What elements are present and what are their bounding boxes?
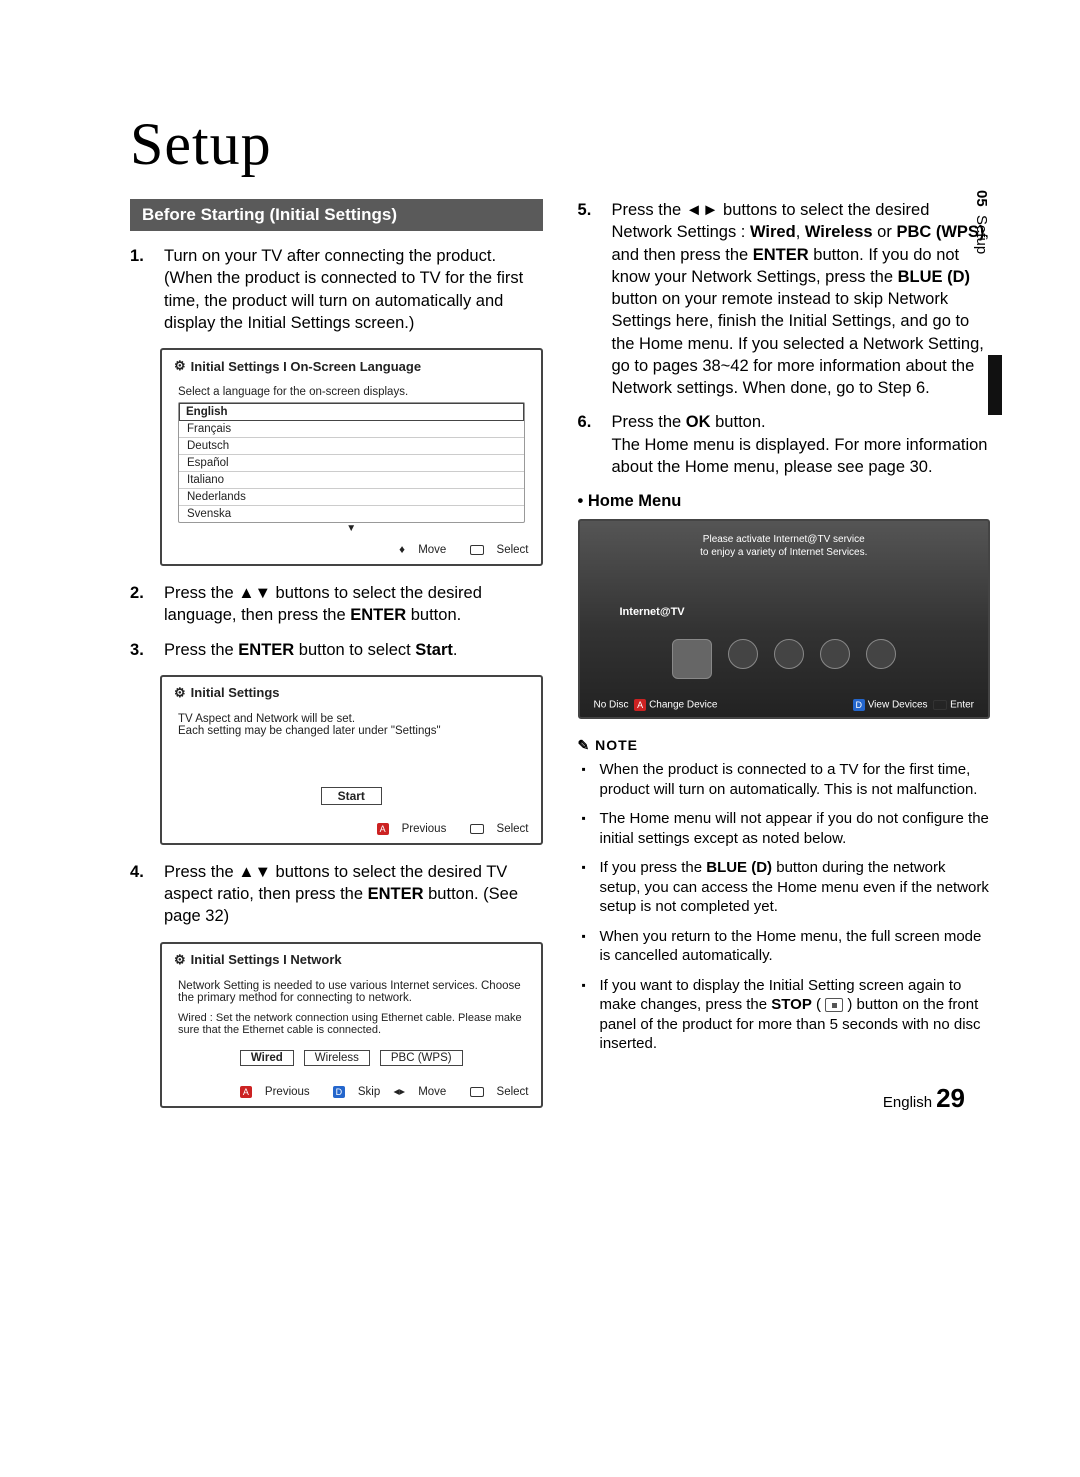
foot-skip: DSkip — [323, 1086, 380, 1098]
panel-net-title: Initial Settings I Network — [191, 952, 342, 967]
page-title: Setup — [130, 110, 990, 179]
home-icon-1[interactable] — [728, 639, 758, 669]
step-4: Press the ▲▼ buttons to select the desir… — [130, 861, 543, 928]
left-column: Before Starting (Initial Settings) Turn … — [130, 199, 543, 1124]
step-2: Press the ▲▼ buttons to select the desir… — [130, 582, 543, 627]
step-1: Turn on your TV after connecting the pro… — [130, 245, 543, 334]
lang-item-english[interactable]: English — [179, 403, 524, 421]
step-6: Press the OK button. The Home menu is di… — [578, 411, 991, 478]
lang-item-deutsch[interactable]: Deutsch — [179, 438, 524, 455]
enter-label: Enter — [950, 700, 974, 711]
foot-previous: APrevious — [230, 1086, 310, 1098]
panel-net-line1: Network Setting is needed to use various… — [178, 980, 525, 1004]
notes-list: When the product is connected to a TV fo… — [578, 760, 991, 1054]
panel-home-menu: Please activate Internet@TV service to e… — [578, 519, 991, 719]
steps-5-6: Press the ◄► buttons to select the desir… — [578, 199, 991, 478]
internet-tv-label: Internet@TV — [620, 606, 685, 618]
lang-item-espanol[interactable]: Español — [179, 455, 524, 472]
net-wired-button[interactable]: Wired — [240, 1050, 294, 1066]
panel-start-line1: TV Aspect and Network will be set. — [178, 713, 525, 725]
lang-item-nederlands[interactable]: Nederlands — [179, 489, 524, 506]
right-column: Press the ◄► buttons to select the desir… — [578, 199, 991, 1124]
no-disc: No Disc — [594, 700, 629, 711]
panel-lang-title: Initial Settings I On-Screen Language — [191, 359, 421, 374]
stop-icon — [825, 998, 843, 1012]
panel-start-title: Initial Settings — [191, 685, 280, 700]
gear-icon: ⚙ — [174, 358, 186, 374]
step-4-list: Press the ▲▼ buttons to select the desir… — [130, 861, 543, 928]
net-wireless-button[interactable]: Wireless — [304, 1050, 370, 1066]
panel-net-line2: Wired : Set the network connection using… — [178, 1012, 525, 1036]
home-top-2: to enjoy a variety of Internet Services. — [594, 546, 975, 559]
gear-icon: ⚙ — [174, 952, 186, 968]
note-2: The Home menu will not appear if you do … — [600, 809, 991, 848]
section-header: Before Starting (Initial Settings) — [130, 199, 543, 231]
home-icon-2[interactable] — [774, 639, 804, 669]
lang-item-francais[interactable]: Français — [179, 421, 524, 438]
panel-start: ⚙ Initial Settings TV Aspect and Network … — [160, 675, 543, 845]
foot-move: ◂▸ Move — [393, 1086, 446, 1098]
note-4: When you return to the Home menu, the fu… — [600, 927, 991, 966]
view-devices: View Devices — [868, 700, 928, 711]
panel-language: ⚙ Initial Settings I On-Screen Language S… — [160, 348, 543, 566]
home-icon-3[interactable] — [820, 639, 850, 669]
foot-previous: APrevious — [367, 823, 447, 835]
foot-select: Select — [460, 544, 529, 556]
net-pbc-button[interactable]: PBC (WPS) — [380, 1050, 463, 1066]
change-device: Change Device — [649, 700, 717, 711]
home-top-1: Please activate Internet@TV service — [594, 533, 975, 546]
gear-icon: ⚙ — [174, 685, 186, 701]
panel-lang-prompt: Select a language for the on-screen disp… — [178, 386, 525, 398]
home-icon-main[interactable] — [672, 639, 712, 679]
page-footer: English29 — [883, 1083, 965, 1114]
foot-select: Select — [460, 1086, 529, 1098]
home-icon-4[interactable] — [866, 639, 896, 669]
note-5: If you want to display the Initial Setti… — [600, 976, 991, 1054]
note-3: If you press the BLUE (D) button during … — [600, 858, 991, 917]
steps-1-4: Turn on your TV after connecting the pro… — [130, 245, 543, 334]
steps-2-3: Press the ▲▼ buttons to select the desir… — [130, 582, 543, 661]
home-menu-label: Home Menu — [578, 492, 991, 511]
start-button[interactable]: Start — [321, 787, 382, 805]
note-header: NOTE — [578, 737, 991, 754]
more-indicator-icon: ▼ — [178, 523, 525, 534]
language-list: English Français Deutsch Español Italian… — [178, 402, 525, 523]
thumb-tab-marker — [988, 355, 1002, 415]
note-1: When the product is connected to a TV fo… — [600, 760, 991, 799]
step-5: Press the ◄► buttons to select the desir… — [578, 199, 991, 399]
lang-item-italiano[interactable]: Italiano — [179, 472, 524, 489]
foot-select: Select — [460, 823, 529, 835]
side-tab: 05 Setup — [973, 190, 990, 254]
panel-network: ⚙ Initial Settings I Network Network Sett… — [160, 942, 543, 1108]
panel-start-line2: Each setting may be changed later under … — [178, 725, 525, 737]
foot-move: ♦ Move — [399, 544, 446, 556]
step-3: Press the ENTER button to select Start. — [130, 639, 543, 661]
lang-item-svenska[interactable]: Svenska — [179, 506, 524, 522]
